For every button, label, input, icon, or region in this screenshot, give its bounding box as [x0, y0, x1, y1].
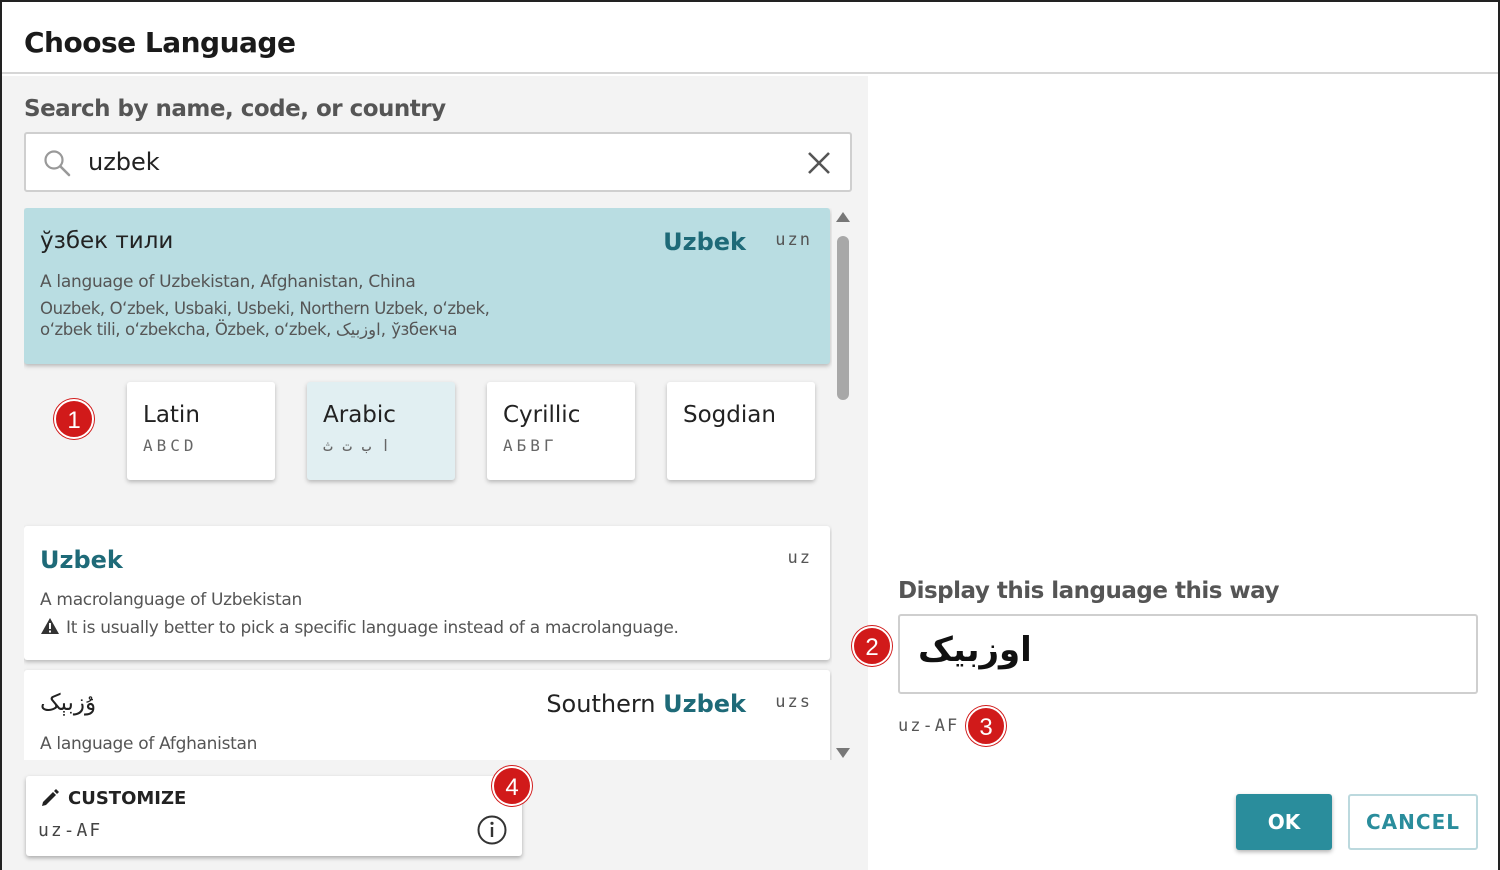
customize-panel: CUSTOMIZE uz-AF	[26, 776, 522, 856]
alternate-names-line-2: oʻzbek tili, oʻzbekcha, Özbek, o‘zbek, ا…	[40, 320, 458, 339]
script-name: Cyrillic	[503, 402, 581, 428]
script-sample: АБВГ	[503, 436, 558, 455]
scroll-up-arrow-icon[interactable]	[836, 212, 850, 222]
annotation-marker-3: 3	[966, 706, 1006, 746]
search-panel: Search by name, code, or country uzbek ў…	[2, 76, 868, 870]
alternate-names-line-1: Ouzbek, O‘zbek, Usbaki, Usbeki, Northern…	[40, 299, 490, 318]
language-autonym: ۇزبېک	[40, 690, 97, 716]
language-code: uzn	[775, 230, 812, 250]
display-label: Display this language this way	[898, 578, 1280, 604]
dialog-title: Choose Language	[24, 26, 296, 59]
script-name: Sogdian	[683, 402, 776, 428]
language-description: A macrolanguage of Uzbekistan	[40, 590, 302, 610]
language-alternate-names: Ouzbek, O‘zbek, Usbaki, Usbeki, Northern…	[40, 298, 510, 340]
scroll-down-arrow-icon[interactable]	[836, 748, 850, 758]
results-scrollbar[interactable]	[834, 212, 852, 758]
macrolanguage-warning: It is usually better to pick a specific …	[40, 617, 679, 638]
language-card-uz[interactable]: Uzbek uz A macrolanguage of Uzbekistan I…	[24, 526, 830, 660]
language-english-name: Uzbek	[40, 546, 123, 574]
warning-text: It is usually better to pick a specific …	[66, 618, 679, 638]
pencil-icon	[42, 789, 59, 806]
annotation-marker-1: 1	[54, 399, 94, 439]
search-icon	[44, 150, 71, 177]
language-card-uzn[interactable]: ўзбек тили Uzbek uzn A language of Uzbek…	[24, 208, 830, 364]
customize-code: uz-AF	[38, 820, 103, 841]
display-name-value: اوزبیک	[918, 630, 1032, 670]
language-english-name: Southern Uzbek	[546, 690, 746, 718]
name-prefix: Southern	[546, 690, 664, 718]
annotation-marker-4: 4	[492, 766, 532, 806]
search-value: uzbek	[88, 148, 160, 176]
script-tile-sogdian[interactable]: Sogdian	[667, 382, 815, 480]
language-english-name: Uzbek	[663, 228, 746, 256]
script-sample: ABCD	[143, 436, 198, 455]
annotation-marker-2: 2	[852, 626, 892, 666]
script-name: Arabic	[323, 402, 396, 428]
display-language-code: uz-AF	[898, 716, 960, 736]
script-sample: ا ب ت ث	[323, 436, 391, 455]
info-icon[interactable]	[476, 814, 508, 846]
scrollbar-thumb[interactable]	[837, 236, 849, 400]
search-label: Search by name, code, or country	[24, 96, 446, 122]
ok-button[interactable]: OK	[1236, 794, 1332, 850]
script-tile-arabic[interactable]: Arabic ا ب ت ث	[307, 382, 455, 480]
warning-icon	[41, 618, 59, 634]
language-card-uzs[interactable]: ۇزبېک Southern Uzbek uzs A language of A…	[24, 670, 830, 760]
language-code: uzs	[775, 692, 812, 712]
script-name: Latin	[143, 402, 200, 428]
name-highlight: Uzbek	[663, 228, 746, 256]
language-results-list: ўзбек тили Uzbek uzn A language of Uzbek…	[24, 208, 832, 760]
display-name-input[interactable]: اوزبیک	[898, 614, 1478, 694]
language-code: uz	[787, 548, 812, 568]
script-tile-cyrillic[interactable]: Cyrillic АБВГ	[487, 382, 635, 480]
dialog-header: Choose Language	[2, 2, 1498, 74]
display-panel: Display this language this way اوزبیک uz…	[868, 76, 1498, 870]
cancel-button[interactable]: CANCEL	[1348, 794, 1478, 850]
script-tile-latin[interactable]: Latin ABCD	[127, 382, 275, 480]
name-highlight: Uzbek	[663, 690, 746, 718]
clear-search-icon[interactable]	[806, 150, 832, 176]
language-description: A language of Uzbekistan, Afghanistan, C…	[40, 272, 416, 292]
language-autonym: ўзбек тили	[40, 228, 174, 254]
customize-button[interactable]: CUSTOMIZE	[68, 788, 186, 809]
search-input[interactable]: uzbek	[24, 132, 852, 192]
choose-language-dialog: Choose Language Search by name, code, or…	[0, 0, 1500, 870]
language-description: A language of Afghanistan	[40, 734, 258, 754]
